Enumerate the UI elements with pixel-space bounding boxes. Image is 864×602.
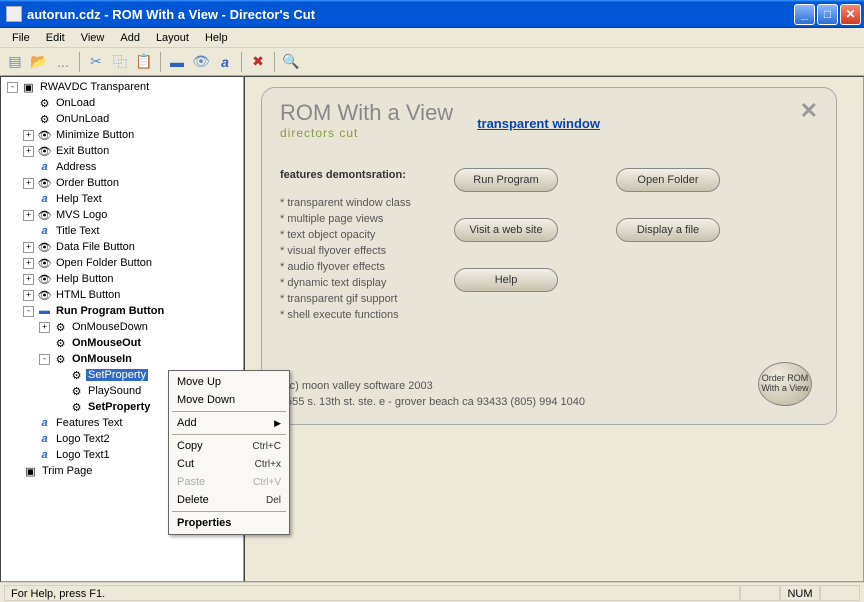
tree-item[interactable]: ⚙OnLoad bbox=[3, 95, 241, 111]
run-program-button[interactable]: Run Program bbox=[454, 168, 558, 192]
display-file-button[interactable]: Display a file bbox=[616, 218, 720, 242]
zoom-icon[interactable]: 🔍 bbox=[280, 51, 302, 73]
preview-features: features demontsration: * transparent wi… bbox=[280, 168, 440, 323]
tree-item[interactable]: ⚙OnUnLoad bbox=[3, 111, 241, 127]
tree-item[interactable]: aAddress bbox=[3, 159, 241, 175]
tree-item[interactable]: +👁MVS Logo bbox=[3, 207, 241, 223]
visit-website-button[interactable]: Visit a web site bbox=[454, 218, 558, 242]
title-bar: autorun.cdz - ROM With a View - Director… bbox=[0, 0, 864, 28]
tree-item[interactable]: ⚙OnMouseOut bbox=[3, 335, 241, 351]
status-help: For Help, press F1. bbox=[4, 585, 740, 601]
rect-icon[interactable]: ▬ bbox=[166, 51, 188, 73]
menu-help[interactable]: Help bbox=[197, 30, 236, 46]
toolbar: ▤ 📂 ... ✂ ⿻ 📋 ▬ 👁 a ✖ 🔍 bbox=[0, 48, 864, 76]
menu-edit[interactable]: Edit bbox=[38, 30, 73, 46]
menu-view[interactable]: View bbox=[73, 30, 113, 46]
features-header: features demontsration: bbox=[280, 168, 440, 184]
maximize-button[interactable]: □ bbox=[817, 4, 838, 25]
ctx-delete[interactable]: DeleteDel bbox=[171, 491, 287, 509]
menu-bar: File Edit View Add Layout Help bbox=[0, 28, 864, 48]
ctx-separator bbox=[172, 511, 286, 512]
tree-root[interactable]: -▣RWAVDC Transparent bbox=[3, 79, 241, 95]
help-button[interactable]: Help bbox=[454, 268, 558, 292]
ctx-move-up[interactable]: Move Up bbox=[171, 373, 287, 391]
tree-item-onmousein[interactable]: -⚙OnMouseIn bbox=[3, 351, 241, 367]
submenu-arrow-icon: ▶ bbox=[274, 418, 281, 429]
tree-item[interactable]: +👁Exit Button bbox=[3, 143, 241, 159]
preview-footer: (c) moon valley software 2003 555 s. 13t… bbox=[286, 379, 585, 410]
preview-subtitle: directors cut bbox=[280, 126, 453, 140]
preview-buttons: Run Program Open Folder Visit a web site… bbox=[454, 168, 818, 323]
tree-item[interactable]: +👁Minimize Button bbox=[3, 127, 241, 143]
tree-item-run-program[interactable]: -▬Run Program Button bbox=[3, 303, 241, 319]
app-icon bbox=[6, 6, 22, 22]
ctx-properties[interactable]: Properties bbox=[171, 514, 287, 532]
ctx-cut[interactable]: CutCtrl+x bbox=[171, 455, 287, 473]
tree-item[interactable]: aHelp Text bbox=[3, 191, 241, 207]
main-area: -▣RWAVDC Transparent ⚙OnLoad ⚙OnUnLoad +… bbox=[0, 76, 864, 582]
tree-item[interactable]: +👁Order Button bbox=[3, 175, 241, 191]
preview-link[interactable]: transparent window bbox=[477, 116, 600, 131]
new-icon[interactable]: ▤ bbox=[4, 51, 26, 73]
tree-item[interactable]: +👁Help Button bbox=[3, 271, 241, 287]
open-icon[interactable]: 📂 bbox=[28, 51, 50, 73]
preview-title: ROM With a View bbox=[280, 100, 453, 126]
eye-icon[interactable]: 👁 bbox=[190, 51, 212, 73]
save-icon[interactable]: ... bbox=[52, 51, 74, 73]
ctx-add[interactable]: Add▶ bbox=[171, 414, 287, 432]
close-button[interactable]: ✕ bbox=[840, 4, 861, 25]
status-pane bbox=[820, 585, 860, 601]
toolbar-separator bbox=[79, 52, 80, 72]
open-folder-button[interactable]: Open Folder bbox=[616, 168, 720, 192]
status-num: NUM bbox=[780, 585, 820, 601]
delete-icon[interactable]: ✖ bbox=[247, 51, 269, 73]
tree-item[interactable]: aTitle Text bbox=[3, 223, 241, 239]
ctx-move-down[interactable]: Move Down bbox=[171, 391, 287, 409]
menu-add[interactable]: Add bbox=[112, 30, 148, 46]
minimize-button[interactable]: _ bbox=[794, 4, 815, 25]
order-button[interactable]: Order ROM With a View bbox=[758, 362, 812, 406]
status-bar: For Help, press F1. NUM bbox=[0, 582, 864, 602]
window-controls: _ □ ✕ bbox=[794, 4, 861, 25]
tree-item[interactable]: +⚙OnMouseDown bbox=[3, 319, 241, 335]
tree-item[interactable]: +👁Data File Button bbox=[3, 239, 241, 255]
tree-item[interactable]: +👁Open Folder Button bbox=[3, 255, 241, 271]
cut-icon[interactable]: ✂ bbox=[85, 51, 107, 73]
preview-panel: ✕ ROM With a View directors cut transpar… bbox=[244, 76, 864, 582]
toolbar-separator bbox=[274, 52, 275, 72]
ctx-separator bbox=[172, 434, 286, 435]
copy-icon[interactable]: ⿻ bbox=[109, 51, 131, 73]
preview-close-icon[interactable]: ✕ bbox=[800, 98, 818, 124]
toolbar-separator bbox=[241, 52, 242, 72]
context-menu: Move Up Move Down Add▶ CopyCtrl+C CutCtr… bbox=[168, 370, 290, 535]
paste-icon[interactable]: 📋 bbox=[133, 51, 155, 73]
text-icon[interactable]: a bbox=[214, 51, 236, 73]
menu-file[interactable]: File bbox=[4, 30, 38, 46]
tree-item[interactable]: +👁HTML Button bbox=[3, 287, 241, 303]
ctx-separator bbox=[172, 411, 286, 412]
ctx-paste: PasteCtrl+V bbox=[171, 473, 287, 491]
status-pane bbox=[740, 585, 780, 601]
menu-layout[interactable]: Layout bbox=[148, 30, 197, 46]
toolbar-separator bbox=[160, 52, 161, 72]
window-title: autorun.cdz - ROM With a View - Director… bbox=[27, 7, 794, 22]
preview-window: ✕ ROM With a View directors cut transpar… bbox=[261, 87, 837, 425]
ctx-copy[interactable]: CopyCtrl+C bbox=[171, 437, 287, 455]
